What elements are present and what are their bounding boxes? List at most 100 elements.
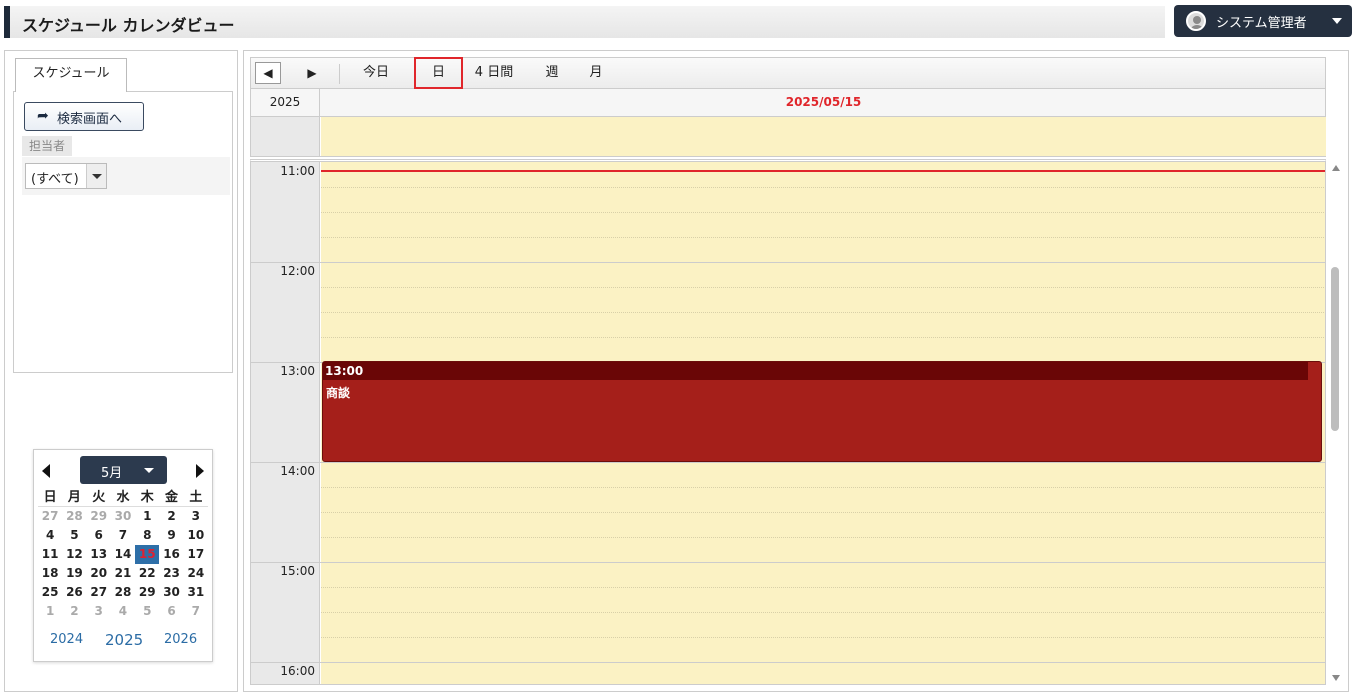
week-row: 27 28 29 30 1 2 3 bbox=[38, 507, 208, 526]
user-menu-button[interactable]: システム管理者 bbox=[1174, 5, 1352, 37]
day-cell[interactable]: 22 bbox=[135, 564, 159, 583]
month-label: 5月 bbox=[101, 466, 123, 481]
day-cell[interactable]: 9 bbox=[159, 526, 183, 545]
day-cell[interactable]: 17 bbox=[184, 545, 208, 564]
day-cell[interactable]: 12 bbox=[62, 545, 86, 564]
day-cell[interactable]: 16 bbox=[159, 545, 183, 564]
week-view-button[interactable]: 週 bbox=[537, 58, 567, 88]
calendar-panel: ◀ ▶ 今日 日 4 日間 週 月 2025 2025/05/15 11:00 … bbox=[243, 50, 1349, 692]
next-month-icon[interactable] bbox=[196, 464, 204, 478]
day-cell[interactable]: 28 bbox=[111, 583, 135, 602]
day-cell[interactable]: 3 bbox=[184, 507, 208, 526]
hour-label: 16:00 bbox=[280, 664, 315, 678]
scroll-up-icon[interactable] bbox=[1332, 165, 1340, 171]
day-cell[interactable]: 7 bbox=[111, 526, 135, 545]
day-cell[interactable]: 14 bbox=[111, 545, 135, 564]
scrollbar-thumb[interactable] bbox=[1331, 267, 1339, 431]
year-prev[interactable]: 2024 bbox=[50, 632, 83, 647]
calendar-header: 2025 2025/05/15 bbox=[250, 89, 1326, 117]
day-cell[interactable]: 21 bbox=[111, 564, 135, 583]
day-cell[interactable]: 6 bbox=[87, 526, 111, 545]
day-cell[interactable]: 6 bbox=[159, 602, 183, 621]
quarter-line bbox=[321, 587, 1325, 588]
day-cell[interactable]: 13 bbox=[87, 545, 111, 564]
day-cell[interactable]: 27 bbox=[38, 507, 62, 526]
today-button[interactable]: 今日 bbox=[355, 58, 397, 88]
week-row: 11 12 13 14 15 16 17 bbox=[38, 545, 208, 564]
prev-month-icon[interactable] bbox=[42, 464, 50, 478]
weekday-label: 火 bbox=[92, 490, 106, 505]
hour-line bbox=[251, 262, 1325, 263]
week-row: 25 26 27 28 29 30 31 bbox=[38, 583, 208, 602]
day-cell[interactable]: 10 bbox=[184, 526, 208, 545]
search-button-label: 検索画面へ bbox=[57, 112, 123, 127]
day-cell[interactable]: 26 bbox=[62, 583, 86, 602]
go-to-search-button[interactable]: ➦ 検索画面へ bbox=[24, 102, 144, 131]
day-cell[interactable]: 29 bbox=[135, 583, 159, 602]
assignee-select[interactable]: (すべて) bbox=[25, 163, 107, 189]
day-cell-selected[interactable]: 15 bbox=[135, 545, 160, 564]
quarter-line bbox=[321, 512, 1325, 513]
weekday-label: 木 bbox=[140, 490, 154, 505]
left-panel: スケジュール ➦ 検索画面へ 担当者 (すべて) 5月 日 月 火 水 木 金 … bbox=[4, 50, 238, 692]
hour-line bbox=[251, 662, 1325, 663]
year-current[interactable]: 2025 bbox=[105, 631, 143, 649]
hour-label: 12:00 bbox=[280, 264, 315, 278]
page-title: スケジュール カレンダビュー bbox=[22, 16, 235, 35]
tab-schedule[interactable]: スケジュール bbox=[15, 58, 127, 92]
quarter-line bbox=[321, 237, 1325, 238]
day-view-button[interactable]: 日 bbox=[414, 57, 463, 89]
month-view-button[interactable]: 月 bbox=[581, 58, 611, 88]
day-cell[interactable]: 2 bbox=[159, 507, 183, 526]
chevron-down-icon bbox=[144, 468, 154, 473]
quarter-line bbox=[321, 187, 1325, 188]
day-cell[interactable]: 25 bbox=[38, 583, 62, 602]
four-day-view-button[interactable]: 4 日間 bbox=[469, 58, 519, 88]
day-cell[interactable]: 31 bbox=[184, 583, 208, 602]
hour-label: 15:00 bbox=[280, 564, 315, 578]
weekday-header: 日 月 火 水 木 金 土 bbox=[38, 488, 208, 507]
prev-button[interactable]: ◀ bbox=[255, 62, 281, 84]
week-row: 4 5 6 7 8 9 10 bbox=[38, 526, 208, 545]
day-cell[interactable]: 8 bbox=[135, 526, 159, 545]
day-cell[interactable]: 24 bbox=[184, 564, 208, 583]
day-cell[interactable]: 30 bbox=[111, 507, 135, 526]
day-cell[interactable]: 19 bbox=[62, 564, 86, 583]
day-cell[interactable]: 2 bbox=[62, 602, 86, 621]
day-cell[interactable]: 30 bbox=[159, 583, 183, 602]
dropdown-arrow-icon[interactable] bbox=[86, 164, 106, 188]
day-cell[interactable]: 27 bbox=[87, 583, 111, 602]
current-time-indicator bbox=[321, 170, 1325, 172]
year-next[interactable]: 2026 bbox=[164, 632, 197, 647]
event-time: 13:00 bbox=[323, 362, 1308, 380]
day-cell[interactable]: 5 bbox=[135, 602, 159, 621]
day-cell[interactable]: 28 bbox=[62, 507, 86, 526]
vertical-scrollbar[interactable] bbox=[1329, 159, 1343, 685]
schedule-tab-panel: ➦ 検索画面へ 担当者 (すべて) bbox=[13, 91, 233, 373]
time-grid: 11:00 12:00 13:00 14:00 15:00 16:00 13:0… bbox=[250, 159, 1326, 685]
scroll-down-icon[interactable] bbox=[1332, 675, 1340, 681]
day-cell[interactable]: 4 bbox=[111, 602, 135, 621]
day-cell[interactable]: 1 bbox=[38, 602, 62, 621]
day-cell[interactable]: 23 bbox=[159, 564, 183, 583]
weekday-label: 金 bbox=[165, 490, 179, 505]
next-button[interactable]: ▶ bbox=[297, 58, 327, 88]
day-cell[interactable]: 20 bbox=[87, 564, 111, 583]
hour-line bbox=[251, 462, 1325, 463]
day-cell[interactable]: 18 bbox=[38, 564, 62, 583]
quarter-line bbox=[321, 487, 1325, 488]
quarter-line bbox=[321, 212, 1325, 213]
day-cell[interactable]: 4 bbox=[38, 526, 62, 545]
weekday-label: 日 bbox=[43, 490, 57, 505]
day-cell[interactable]: 5 bbox=[62, 526, 86, 545]
day-cell[interactable]: 29 bbox=[87, 507, 111, 526]
day-cell[interactable]: 1 bbox=[135, 507, 159, 526]
day-cell[interactable]: 7 bbox=[184, 602, 208, 621]
day-cell[interactable]: 3 bbox=[87, 602, 111, 621]
hour-line bbox=[251, 562, 1325, 563]
day-cell[interactable]: 11 bbox=[38, 545, 62, 564]
event-block[interactable]: 13:00 商談 bbox=[322, 361, 1322, 462]
month-selector[interactable]: 5月 bbox=[80, 456, 167, 484]
all-day-area[interactable] bbox=[321, 117, 1326, 156]
date-column-header[interactable]: 2025/05/15 bbox=[321, 89, 1326, 116]
